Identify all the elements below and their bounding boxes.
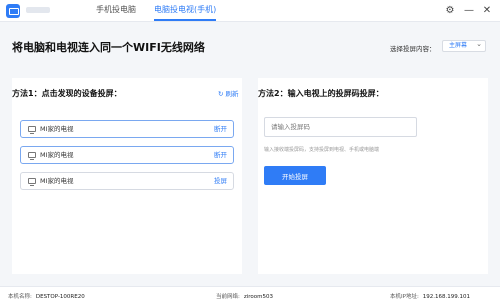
cast-content-select[interactable]: 主屏幕 [442,39,486,52]
disconnect-button[interactable]: 断开 [214,151,227,160]
title-bar: 手机投电脑 电脑投电视(手机) ⚙ — ✕ [0,0,500,22]
app-name-redacted [26,7,50,13]
status-bar: 本机名称: DESTOP-100RE20 当前网络: ziroom503 本机IP地… [0,286,500,304]
refresh-button[interactable]: ↻ 刷新 [218,88,239,98]
close-icon[interactable]: ✕ [481,5,493,17]
tab-phone-to-pc[interactable]: 手机投电脑 [96,4,136,16]
cast-content-label: 选择投屏内容： [390,45,436,53]
gear-icon[interactable]: ⚙ [444,5,456,17]
device-item[interactable]: MI家的电视 投屏 [20,172,234,190]
disconnect-button[interactable]: 断开 [214,125,227,134]
method1-title: 方法1：点击发现的设备投屏： [12,89,122,98]
page-title: 将电脑和电视连入同一个WIFI无线网络 [12,41,205,54]
refresh-icon: ↻ [218,90,224,98]
cast-button[interactable]: 投屏 [214,177,227,186]
ip-status: 本机IP地址: 192.168.199.101 [390,294,471,300]
app-logo-icon [6,4,20,18]
device-name: MI家的电视 [40,151,74,159]
tab-pc-to-tv[interactable]: 电脑投电视(手机) [154,4,217,21]
minimize-icon[interactable]: — [463,5,475,17]
device-name: MI家的电视 [40,125,74,133]
cast-code-hint: 输入接收端投屏码，支持投屏到电视、手机或电脑端 [264,147,380,153]
cast-code-input[interactable] [264,117,417,137]
device-name: MI家的电视 [40,177,74,185]
refresh-label: 刷新 [225,90,239,98]
device-item[interactable]: MI家的电视 断开 [20,146,234,164]
machine-name-status: 本机名称: DESTOP-100RE20 [8,294,85,300]
start-cast-button[interactable]: 开始投屏 [264,166,326,185]
method2-title: 方法2：输入电视上的投屏码投屏： [258,89,384,98]
network-status: 当前网络: ziroom503 [216,294,274,300]
tv-icon [28,178,36,186]
tv-icon [28,152,36,160]
tv-icon [28,126,36,134]
device-item[interactable]: MI家的电视 断开 [20,120,234,138]
